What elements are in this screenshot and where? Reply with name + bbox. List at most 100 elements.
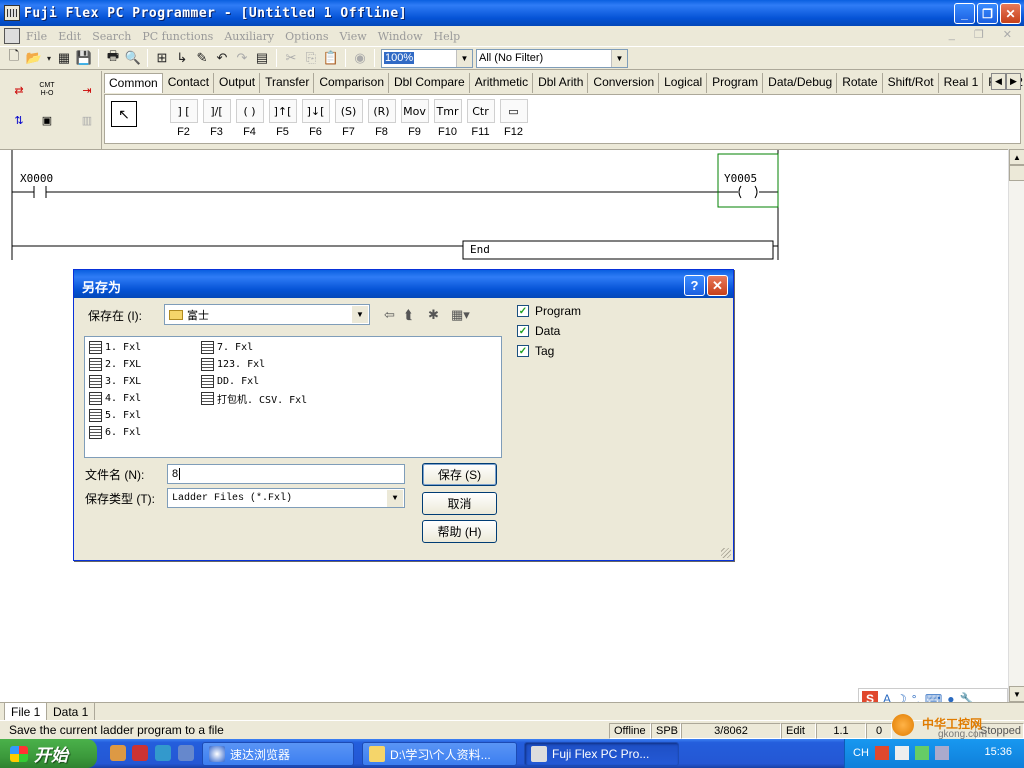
tab-data-1[interactable]: Data 1	[46, 703, 96, 721]
menu-edit[interactable]: Edit	[58, 30, 81, 43]
contact-address[interactable]: X0000	[20, 172, 53, 185]
tab-contact[interactable]: Contact	[164, 73, 215, 93]
file-item[interactable]: 1. Fxl	[89, 339, 141, 355]
up-folder-icon[interactable]: ⮬	[405, 307, 413, 323]
undo-icon[interactable]: ↶	[212, 48, 232, 68]
mdi-controls[interactable]: _ ❐ ✕	[949, 28, 1020, 41]
print-preview-icon[interactable]: 🔍	[123, 48, 143, 68]
coil-address[interactable]: Y0005	[724, 172, 757, 185]
copy-icon[interactable]: ⎘	[301, 48, 321, 68]
tab-arithmetic[interactable]: Arithmetic	[471, 73, 534, 93]
zoom-select[interactable]: 100% ▼	[381, 48, 473, 68]
app-icon[interactable]	[4, 5, 20, 21]
quicklaunch-icon[interactable]	[178, 745, 194, 761]
sogou-tray-icon[interactable]	[875, 746, 889, 760]
instruction-button[interactable]: ]↑[F5	[266, 99, 299, 138]
instruction-button[interactable]: (S) F7	[332, 99, 365, 138]
tab-comparison[interactable]: Comparison	[315, 73, 390, 93]
menu-file[interactable]: File	[26, 30, 47, 43]
file-item[interactable]: 123. Fxl	[201, 356, 265, 372]
tab-dbl-arith[interactable]: Dbl Arith	[534, 73, 589, 93]
minimize-button[interactable]: _	[954, 3, 975, 24]
view-menu-icon[interactable]: ▦▾	[451, 307, 470, 323]
chevron-down-icon[interactable]: ▼	[611, 49, 627, 67]
program-checkbox[interactable]: ✓ Program	[517, 304, 581, 318]
file-list[interactable]: 1. Fxl 2. FXL 3. FXL 4. Fxl 5. Fxl 6. Fxl 7. F…	[84, 336, 502, 458]
file-item[interactable]: 2. FXL	[89, 356, 141, 372]
menu-search[interactable]: Search	[92, 30, 131, 43]
filename-input[interactable]: 8	[167, 464, 405, 484]
properties-icon[interactable]: ▤	[252, 48, 272, 68]
tag-checkbox[interactable]: ✓ Tag	[517, 344, 554, 358]
tab-scroll-left-icon[interactable]: ◀	[991, 73, 1006, 90]
comment-tool-button[interactable]: CMT H-O	[36, 79, 58, 101]
file-item[interactable]: 5. Fxl	[89, 407, 141, 423]
file-item[interactable]: 7. Fxl	[201, 339, 253, 355]
tab-scroll-right-icon[interactable]: ▶	[1006, 73, 1021, 90]
open-folder-icon[interactable]: 📂	[24, 48, 44, 68]
plc-icon[interactable]: ▦	[54, 48, 74, 68]
file-item[interactable]: 打包机. CSV. Fxl	[201, 390, 307, 406]
menu-view[interactable]: View	[340, 30, 367, 43]
back-icon[interactable]: ⇦	[384, 307, 395, 323]
menu-auxiliary[interactable]: Auxiliary	[224, 30, 274, 43]
restore-button[interactable]: ❐	[977, 3, 998, 24]
vertical-scrollbar[interactable]: ▲ ▼	[1008, 149, 1024, 702]
branch-icon[interactable]: ↳	[172, 48, 192, 68]
insert-rung-icon[interactable]: ⊞	[152, 48, 172, 68]
new-folder-icon[interactable]: ✱	[428, 307, 439, 323]
print-icon[interactable]: 🖶	[103, 48, 123, 68]
instruction-button[interactable]: ]↓[F6	[299, 99, 332, 138]
menu-window[interactable]: Window	[378, 30, 423, 43]
close-button[interactable]: ✕	[1000, 3, 1021, 24]
start-button[interactable]: 开始	[0, 739, 97, 768]
file-item[interactable]: 4. Fxl	[89, 390, 141, 406]
help-tray-icon[interactable]	[895, 746, 909, 760]
tab-dbl-compare[interactable]: Dbl Compare	[390, 73, 470, 93]
cancel-button[interactable]: 取消	[422, 492, 497, 515]
volume-tray-icon[interactable]	[935, 746, 949, 760]
contact-tool-icon[interactable]: ⇄	[8, 79, 30, 101]
tab-program[interactable]: Program	[708, 73, 764, 93]
tab-real-1[interactable]: Real 1	[940, 73, 984, 93]
file-item[interactable]: 6. Fxl	[89, 424, 141, 440]
scroll-up-icon[interactable]: ▲	[1009, 149, 1024, 165]
language-indicator[interactable]: CH	[853, 747, 869, 759]
new-file-icon[interactable]: 🗋	[4, 48, 24, 68]
save-button[interactable]: 保存 (S)	[422, 463, 497, 486]
quicklaunch-icon[interactable]	[110, 745, 126, 761]
scroll-thumb[interactable]	[1009, 165, 1024, 181]
data-checkbox[interactable]: ✓ Data	[517, 324, 560, 338]
instruction-button[interactable]: Ctr F11	[464, 99, 497, 138]
filetype-select[interactable]: Ladder Files (*.Fxl) ▼	[167, 488, 405, 508]
instruction-button[interactable]: ] [F2	[167, 99, 200, 138]
document-icon[interactable]	[4, 28, 20, 44]
chevron-down-icon[interactable]: ▼	[456, 49, 472, 67]
monitor-icon[interactable]: ◉	[350, 48, 370, 68]
pointer-tool-icon[interactable]: ↖	[111, 101, 137, 127]
tab-file-1[interactable]: File 1	[4, 703, 48, 721]
dialog-close-button[interactable]: ✕	[707, 275, 728, 296]
tab-shift-rot[interactable]: Shift/Rot	[884, 73, 939, 93]
file-item[interactable]: 3. FXL	[89, 373, 141, 389]
save-icon[interactable]: 💾	[74, 48, 94, 68]
menu-help[interactable]: Help	[434, 30, 461, 43]
scroll-down-icon[interactable]: ▼	[1009, 686, 1024, 702]
menu-pc-functions[interactable]: PC functions	[142, 30, 213, 43]
instruction-button[interactable]: ( ) F4	[233, 99, 266, 138]
quicklaunch-icon[interactable]	[132, 745, 148, 761]
tab-conversion[interactable]: Conversion	[589, 73, 660, 93]
tab-common[interactable]: Common	[104, 73, 163, 93]
quicklaunch-icon[interactable]	[155, 745, 171, 761]
task-folder[interactable]: D:\学习\个人资料...	[362, 742, 517, 766]
tab-output[interactable]: Output	[215, 73, 261, 93]
chevron-down-icon[interactable]: ▼	[352, 306, 368, 323]
menu-options[interactable]: Options	[285, 30, 328, 43]
filter-select[interactable]: All (No Filter) ▼	[476, 48, 628, 68]
tab-data-debug[interactable]: Data/Debug	[764, 73, 838, 93]
instruction-button[interactable]: Tmr F10	[431, 99, 464, 138]
end-label[interactable]: End	[470, 243, 490, 256]
network-tray-icon[interactable]	[915, 746, 929, 760]
instruction-button[interactable]: ▭ F12	[497, 99, 530, 138]
instruction-button[interactable]: Mov F9	[398, 99, 431, 138]
